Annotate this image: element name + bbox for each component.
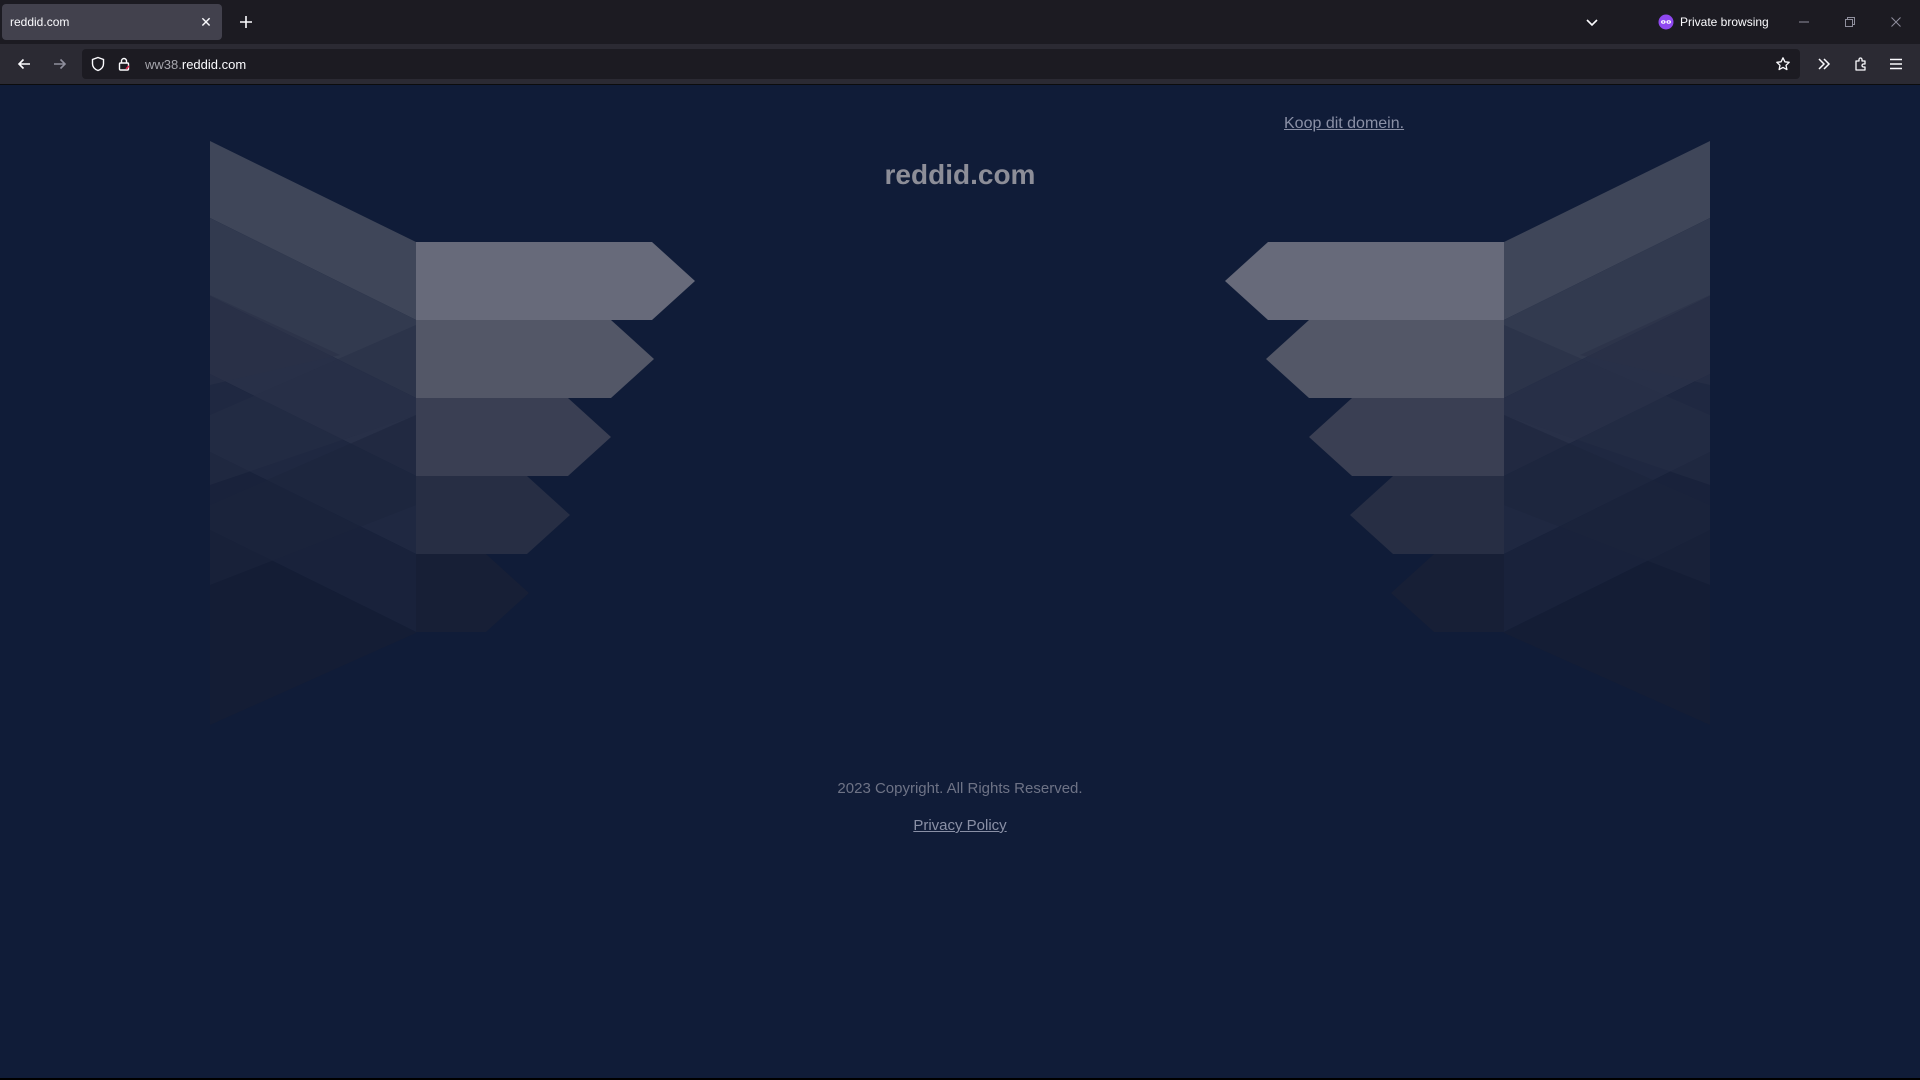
left-front-feather (416, 476, 570, 554)
close-window-button[interactable] (1880, 6, 1912, 38)
left-front-feather (416, 398, 611, 476)
minimize-button[interactable] (1788, 6, 1820, 38)
right-front-feather (1350, 476, 1504, 554)
private-browsing-indicator: Private browsing (1658, 10, 1769, 34)
page-viewport: Koop dit domein. reddid.com 2023 Copyrig… (0, 85, 1920, 1080)
buy-domain-link[interactable]: Koop dit domein. (1284, 115, 1404, 133)
double-chevron-icon (1818, 58, 1831, 70)
hamburger-icon (1890, 58, 1902, 70)
restore-icon (1845, 17, 1855, 27)
plus-icon (240, 16, 252, 28)
minimize-icon (1799, 21, 1809, 23)
shield-icon (91, 56, 105, 72)
right-front-feather (1266, 320, 1504, 398)
right-front-feather (1225, 242, 1504, 320)
back-button[interactable] (10, 50, 38, 78)
bookmark-button[interactable] (1775, 56, 1791, 72)
list-all-tabs-button[interactable] (1578, 8, 1606, 36)
left-front-feather (416, 554, 529, 632)
browser-titlebar: reddid.com ✕ Private browsing (0, 0, 1920, 44)
site-info-button[interactable] (116, 56, 132, 72)
tracking-protection-button[interactable] (90, 56, 106, 72)
app-menu-button[interactable] (1882, 50, 1910, 78)
url-prefix: ww38. (145, 57, 182, 72)
chevron-down-icon (1586, 19, 1598, 27)
left-front-feather (416, 320, 654, 398)
url-text[interactable]: ww38.reddid.com (145, 57, 246, 72)
right-front-feather (1391, 554, 1504, 632)
restore-button[interactable] (1834, 6, 1866, 38)
copyright-text: 2023 Copyright. All Rights Reserved. (837, 780, 1083, 797)
star-icon (1776, 57, 1790, 71)
privacy-policy-row: Privacy Policy (0, 817, 1920, 835)
extensions-button[interactable] (1847, 50, 1875, 78)
right-front-feather (1309, 398, 1504, 476)
puzzle-icon (1855, 57, 1866, 71)
lock-icon (118, 57, 130, 71)
close-icon (1891, 17, 1901, 27)
page-title: reddid.com (884, 159, 1036, 190)
browser-toolbar: ww38.reddid.com (0, 44, 1920, 85)
private-mask-icon (1658, 14, 1674, 30)
left-front-feather (416, 242, 695, 320)
tab-title: reddid.com (10, 15, 70, 29)
forward-button[interactable] (46, 50, 74, 78)
privacy-policy-link[interactable]: Privacy Policy (913, 817, 1006, 834)
private-browsing-label: Private browsing (1680, 15, 1769, 29)
tab-reddid[interactable]: reddid.com ✕ (2, 4, 222, 40)
arrow-right-icon (54, 58, 67, 70)
url-domain: reddid.com (181, 57, 247, 72)
url-bar[interactable]: ww38.reddid.com (82, 49, 1800, 79)
arrow-left-icon (17, 58, 30, 70)
new-tab-button[interactable] (232, 8, 260, 36)
overflow-button[interactable] (1810, 50, 1838, 78)
close-tab-icon[interactable]: ✕ (194, 10, 218, 34)
